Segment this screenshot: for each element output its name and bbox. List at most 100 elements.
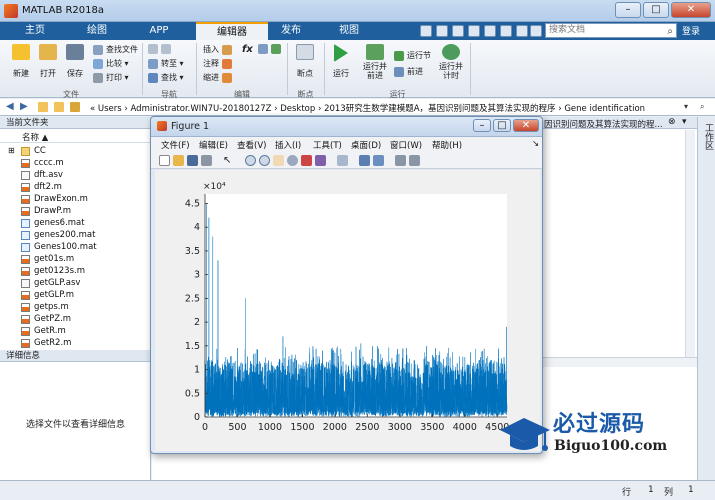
- nav-arrows[interactable]: [148, 44, 174, 54]
- select-arrow-icon[interactable]: ↖: [223, 155, 234, 166]
- file-row[interactable]: GetPZ.m: [0, 313, 151, 325]
- tab-apps[interactable]: APP: [128, 22, 190, 40]
- up-folder-icon[interactable]: [54, 102, 64, 112]
- edit-format-icons[interactable]: [258, 44, 288, 84]
- file-row[interactable]: genes6.mat: [0, 217, 151, 229]
- indent-button[interactable]: 缩进: [203, 72, 235, 83]
- editor-scrollbar[interactable]: [685, 130, 695, 362]
- breakpoints-button[interactable]: 断点: [293, 44, 317, 79]
- figure-window[interactable]: Figure 1 – □ ✕ 文件(F) 编辑(E) 查看(V) 插入(I) 工…: [150, 116, 543, 454]
- comment-button[interactable]: 注释: [203, 58, 235, 69]
- tab-home[interactable]: 主页: [4, 22, 66, 40]
- line-plot[interactable]: 0 500 1000 1500 2000 2500 3000 3500 4000 450000.5…: [155, 170, 540, 451]
- data-cursor-icon[interactable]: [301, 155, 312, 166]
- redo-quick-icon[interactable]: [500, 25, 512, 37]
- save-button[interactable]: 保存: [64, 44, 86, 79]
- file-row[interactable]: getGLP.m: [0, 289, 151, 301]
- figure-minimize-button[interactable]: –: [473, 119, 491, 132]
- close-button[interactable]: ✕: [671, 2, 711, 18]
- tab-plots[interactable]: 绘图: [66, 22, 128, 40]
- editor-menu-icon[interactable]: ▾: [682, 117, 687, 127]
- run-section-button[interactable]: 运行节: [394, 50, 431, 61]
- login-link[interactable]: 登录: [682, 24, 700, 37]
- paste-quick-icon[interactable]: [468, 25, 480, 37]
- minimize-button[interactable]: –: [615, 2, 641, 18]
- menu-view[interactable]: 查看(V): [237, 139, 266, 151]
- save-quick-icon[interactable]: [420, 25, 432, 37]
- file-row[interactable]: ⊞ CC: [0, 145, 151, 157]
- show-tools-icon[interactable]: [409, 155, 420, 166]
- menu-file[interactable]: 文件(F): [161, 139, 190, 151]
- zoom-in-icon[interactable]: [245, 155, 256, 166]
- copy-quick-icon[interactable]: [452, 25, 464, 37]
- menu-help[interactable]: 帮助(H): [432, 139, 462, 151]
- print-figure-icon[interactable]: [201, 155, 212, 166]
- expand-icon[interactable]: ⊞: [8, 145, 15, 157]
- pan-hand-icon[interactable]: [273, 155, 284, 166]
- maximize-button[interactable]: □: [643, 2, 669, 18]
- menu-insert[interactable]: 插入(I): [275, 139, 301, 151]
- menu-desktop[interactable]: 桌面(D): [351, 139, 381, 151]
- link-plot-icon[interactable]: [337, 155, 348, 166]
- file-row[interactable]: Genes100.mat: [0, 241, 151, 253]
- tab-view[interactable]: 视图: [318, 22, 380, 40]
- undo-quick-icon[interactable]: [484, 25, 496, 37]
- run-and-time-button[interactable]: 运行并 计时: [436, 44, 466, 80]
- folder-icon[interactable]: [38, 102, 48, 112]
- forward-arrow-icon[interactable]: ▶: [20, 101, 28, 112]
- goto-button[interactable]: 转至 ▾: [148, 58, 184, 69]
- print-button[interactable]: 打印 ▾: [93, 72, 129, 83]
- fx-button[interactable]: fx: [242, 44, 253, 55]
- menu-tools[interactable]: 工具(T): [313, 139, 342, 151]
- browse-folder-icon[interactable]: [70, 102, 80, 112]
- path-search-icon[interactable]: ⌕: [700, 102, 704, 112]
- insert-button[interactable]: 插入: [203, 44, 235, 55]
- name-column-header[interactable]: 名称 ▲: [0, 130, 151, 143]
- find-files-button[interactable]: 查找文件: [93, 44, 138, 55]
- file-row[interactable]: dft2.m: [0, 181, 151, 193]
- file-row[interactable]: get0123s.m: [0, 265, 151, 277]
- help-quick-icon[interactable]: [530, 25, 542, 37]
- editor-close-icon[interactable]: ⊗: [668, 117, 676, 127]
- brush-icon[interactable]: [315, 155, 326, 166]
- print-quick-icon[interactable]: [516, 25, 528, 37]
- new-figure-icon[interactable]: [159, 155, 170, 166]
- file-row[interactable]: dft.asv: [0, 169, 151, 181]
- file-row[interactable]: DrawExon.m: [0, 193, 151, 205]
- colorbar-icon[interactable]: [359, 155, 370, 166]
- advance-button[interactable]: 前进: [394, 66, 423, 77]
- figure-close-button[interactable]: ✕: [513, 119, 539, 132]
- find-button[interactable]: 查找 ▾: [148, 72, 184, 83]
- menu-window[interactable]: 窗口(W): [390, 139, 422, 151]
- file-row[interactable]: GetR2.m: [0, 337, 151, 349]
- new-button[interactable]: 新建: [10, 44, 32, 79]
- save-figure-icon[interactable]: [187, 155, 198, 166]
- workspace-label[interactable]: 工作区: [702, 123, 715, 150]
- open-file-icon[interactable]: [173, 155, 184, 166]
- hide-tools-icon[interactable]: [395, 155, 406, 166]
- file-row[interactable]: genes200.mat: [0, 229, 151, 241]
- open-button[interactable]: 打开: [37, 44, 59, 79]
- search-documentation-input[interactable]: 搜索文档 ⌕: [545, 23, 677, 38]
- menu-edit[interactable]: 编辑(E): [199, 139, 228, 151]
- file-row[interactable]: DrawP.m: [0, 205, 151, 217]
- current-path[interactable]: « Users › Administrator.WIN7U-20180127Z …: [90, 102, 645, 114]
- file-row[interactable]: get01s.m: [0, 253, 151, 265]
- file-row[interactable]: getGLP.asv: [0, 277, 151, 289]
- cut-quick-icon[interactable]: [436, 25, 448, 37]
- back-arrow-icon[interactable]: ◀: [6, 101, 14, 112]
- tab-publish[interactable]: 发布: [260, 22, 322, 40]
- file-row[interactable]: getps.m: [0, 301, 151, 313]
- run-button[interactable]: 运行: [328, 44, 354, 79]
- figure-title-bar[interactable]: Figure 1 – □ ✕: [151, 117, 542, 137]
- editor-tab-title[interactable]: 因识别问题及其算法实现的程...: [544, 118, 663, 130]
- workspace-collapsed-strip[interactable]: 工作区: [697, 117, 715, 500]
- figure-canvas[interactable]: 0 500 1000 1500 2000 2500 3000 3500 4000 4500 0 0.5…: [155, 170, 540, 451]
- file-row[interactable]: cccc.m: [0, 157, 151, 169]
- search-icon[interactable]: ⌕: [667, 25, 673, 38]
- zoom-out-icon[interactable]: [259, 155, 270, 166]
- run-advance-button[interactable]: 运行并 前进: [360, 44, 390, 80]
- legend-icon[interactable]: [373, 155, 384, 166]
- compare-button[interactable]: 比较 ▾: [93, 58, 129, 69]
- path-dropdown-icon[interactable]: ▾: [684, 102, 688, 111]
